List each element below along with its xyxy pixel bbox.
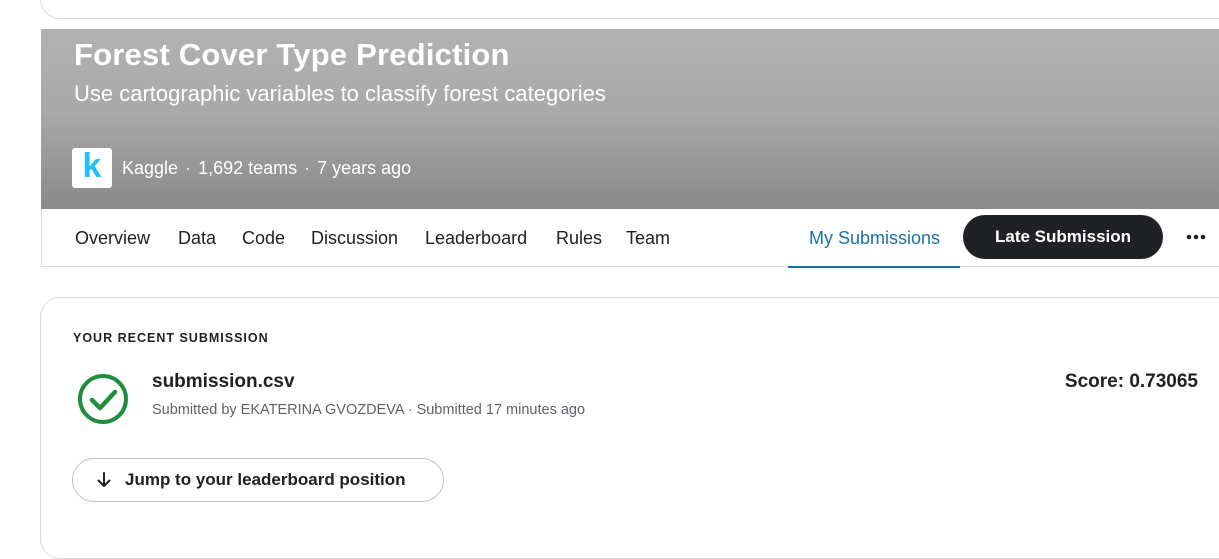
competition-title: Forest Cover Type Prediction bbox=[74, 37, 510, 72]
host-name[interactable]: Kaggle bbox=[122, 158, 178, 179]
jump-to-leaderboard-button[interactable]: Jump to your leaderboard position bbox=[72, 458, 444, 502]
meta-separator: · bbox=[304, 157, 311, 178]
tab-team[interactable]: Team bbox=[626, 209, 670, 267]
competition-subtitle: Use cartographic variables to classify f… bbox=[74, 81, 606, 106]
tab-overview[interactable]: Overview bbox=[75, 209, 150, 267]
submission-details: Submitted by EKATERINA GVOZDEVA · Submit… bbox=[152, 402, 586, 418]
more-horizontal-icon[interactable] bbox=[1182, 223, 1210, 251]
submission-file-name[interactable]: submission.csv bbox=[152, 371, 295, 393]
arrow-down-icon bbox=[97, 472, 111, 487]
tab-code[interactable]: Code bbox=[242, 209, 285, 267]
tab-rules[interactable]: Rules bbox=[556, 209, 602, 267]
competition-header-banner: Forest Cover Type Prediction Use cartogr… bbox=[41, 29, 1219, 209]
competition-age: 7 years ago bbox=[317, 157, 412, 178]
tab-my-submissions[interactable]: My Submissions bbox=[787, 209, 961, 268]
competition-meta: k Kaggle · 1,692 teams · 7 years ago bbox=[72, 148, 411, 188]
competition-tabs: Overview Data Code Discussion Leaderboar… bbox=[41, 209, 1219, 268]
team-count: 1,692 teams bbox=[198, 157, 298, 178]
jump-to-leaderboard-label: Jump to your leaderboard position bbox=[125, 470, 406, 489]
tab-discussion[interactable]: Discussion bbox=[311, 209, 398, 267]
meta-separator: · bbox=[185, 157, 192, 178]
recent-submission-heading: YOUR RECENT SUBMISSION bbox=[73, 331, 269, 345]
recent-submission-card: YOUR RECENT SUBMISSION submission.csv Su… bbox=[40, 297, 1219, 559]
tab-data[interactable]: Data bbox=[178, 209, 216, 267]
submission-score: Score: 0.73065 bbox=[1064, 371, 1198, 392]
kaggle-logo[interactable]: k bbox=[72, 148, 112, 188]
tab-leaderboard[interactable]: Leaderboard bbox=[425, 209, 527, 267]
previous-card-edge bbox=[40, 0, 1219, 19]
kaggle-logo-letter: k bbox=[82, 147, 102, 185]
check-circle-icon bbox=[76, 372, 130, 426]
late-submission-button[interactable]: Late Submission bbox=[963, 215, 1163, 259]
